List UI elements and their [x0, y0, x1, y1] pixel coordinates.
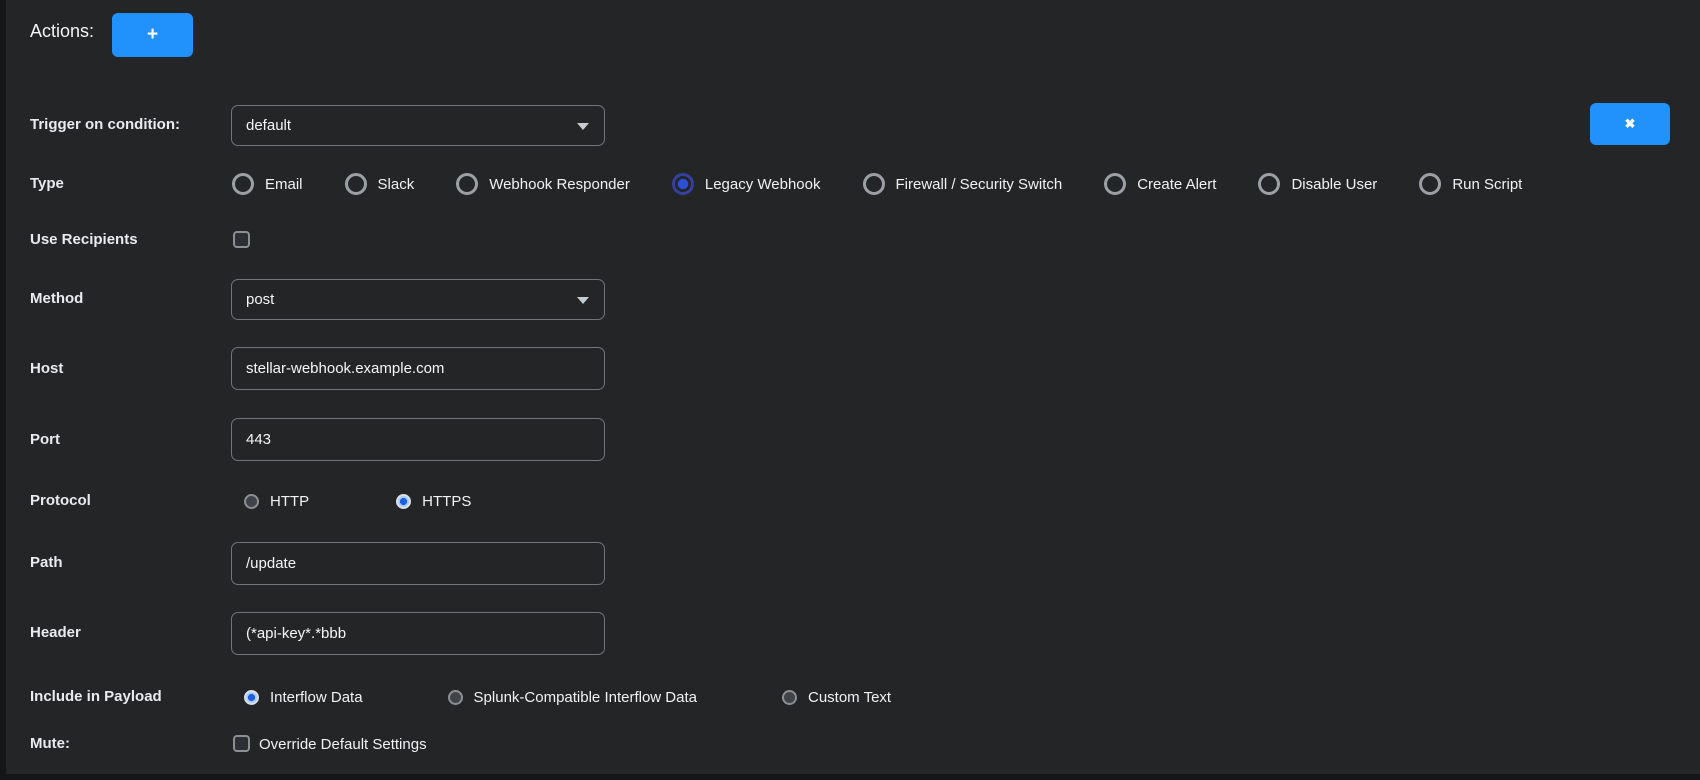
method-label: Method	[30, 290, 83, 307]
radio-icon	[232, 173, 254, 195]
protocol-option-label: HTTP	[270, 493, 309, 510]
use-recipients-label: Use Recipients	[30, 231, 138, 248]
payload-option-label: Custom Text	[808, 689, 891, 706]
trigger-condition-select[interactable]: default	[231, 105, 605, 146]
type-option-firewall-security-switch[interactable]: Firewall / Security Switch	[863, 173, 1063, 195]
type-option-run-script[interactable]: Run Script	[1419, 173, 1522, 195]
trigger-condition-value: default	[246, 117, 291, 134]
include-in-payload-label: Include in Payload	[30, 688, 162, 705]
type-option-label: Legacy Webhook	[705, 176, 821, 193]
method-value: post	[246, 291, 274, 308]
type-option-label: Run Script	[1452, 176, 1522, 193]
protocol-radio-group: HTTP HTTPS	[244, 493, 471, 509]
radio-icon	[863, 173, 885, 195]
path-input[interactable]	[231, 542, 605, 585]
host-input[interactable]	[231, 347, 605, 390]
payload-option-interflow-data[interactable]: Interflow Data	[244, 689, 363, 706]
radio-icon	[1258, 173, 1280, 195]
trigger-condition-label: Trigger on condition:	[30, 116, 180, 133]
protocol-option-http[interactable]: HTTP	[244, 493, 309, 510]
payload-radio-group: Interflow Data Splunk-Compatible Interflo…	[244, 689, 891, 705]
type-option-label: Email	[265, 176, 303, 193]
radio-icon	[782, 690, 797, 705]
port-input[interactable]	[231, 418, 605, 461]
radio-icon	[1419, 173, 1441, 195]
protocol-label: Protocol	[30, 492, 91, 509]
type-option-legacy-webhook[interactable]: Legacy Webhook	[672, 173, 821, 195]
path-label: Path	[30, 554, 63, 571]
close-icon: ✖	[1625, 116, 1636, 132]
mute-override-label: Override Default Settings	[259, 736, 427, 753]
radio-icon	[345, 173, 367, 195]
type-option-slack[interactable]: Slack	[345, 173, 415, 195]
type-option-disable-user[interactable]: Disable User	[1258, 173, 1377, 195]
host-label: Host	[30, 360, 63, 377]
type-option-label: Slack	[378, 176, 415, 193]
radio-icon	[456, 173, 478, 195]
port-label: Port	[30, 431, 60, 448]
type-option-create-alert[interactable]: Create Alert	[1104, 173, 1216, 195]
radio-selected-icon	[244, 690, 259, 705]
payload-option-splunk-compatible-interflow-data[interactable]: Splunk-Compatible Interflow Data	[448, 689, 697, 706]
type-option-label: Webhook Responder	[489, 176, 630, 193]
payload-option-label: Splunk-Compatible Interflow Data	[474, 689, 697, 706]
header-input[interactable]	[231, 612, 605, 655]
mute-label: Mute:	[30, 735, 70, 752]
actions-label: Actions:	[30, 21, 94, 42]
payload-option-label: Interflow Data	[270, 689, 363, 706]
type-radio-group: Email Slack Webhook Responder Legacy Webhoo…	[232, 171, 1522, 197]
method-select[interactable]: post	[231, 279, 605, 320]
mute-override-checkbox[interactable]	[233, 735, 250, 752]
radio-selected-icon	[672, 173, 694, 195]
protocol-option-label: HTTPS	[422, 493, 471, 510]
chevron-down-icon	[577, 123, 589, 130]
radio-icon	[448, 690, 463, 705]
remove-action-button[interactable]: ✖	[1590, 103, 1670, 145]
radio-selected-icon	[396, 494, 411, 509]
type-option-webhook-responder[interactable]: Webhook Responder	[456, 173, 630, 195]
type-option-label: Firewall / Security Switch	[896, 176, 1063, 193]
add-action-button[interactable]: +	[112, 13, 193, 57]
type-option-label: Create Alert	[1137, 176, 1216, 193]
use-recipients-checkbox[interactable]	[233, 231, 250, 248]
header-label: Header	[30, 624, 81, 641]
radio-icon	[1104, 173, 1126, 195]
chevron-down-icon	[577, 297, 589, 304]
type-option-email[interactable]: Email	[232, 173, 303, 195]
radio-icon	[244, 494, 259, 509]
plus-icon: +	[147, 24, 158, 46]
type-label: Type	[30, 175, 64, 192]
payload-option-custom-text[interactable]: Custom Text	[782, 689, 891, 706]
type-option-label: Disable User	[1291, 176, 1377, 193]
protocol-option-https[interactable]: HTTPS	[396, 493, 471, 510]
